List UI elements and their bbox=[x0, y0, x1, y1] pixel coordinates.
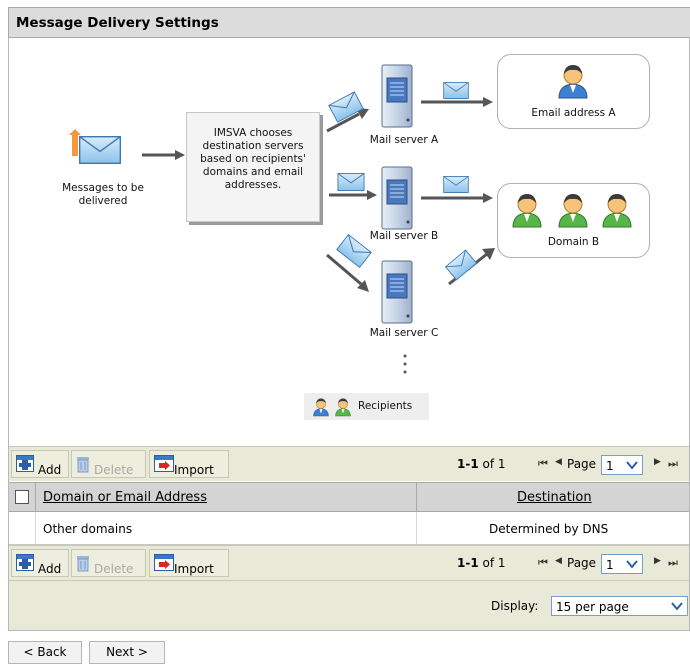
server-a-label: Mail server A bbox=[369, 134, 439, 146]
arrow-to-server-b-icon bbox=[329, 173, 377, 200]
page-label: Page bbox=[567, 457, 597, 471]
arrow-to-process-icon bbox=[142, 150, 185, 160]
destination-b-label: Domain B bbox=[547, 236, 600, 248]
arrow-to-server-c-icon bbox=[326, 234, 372, 292]
first-page-icon[interactable]: ⏮ bbox=[538, 457, 548, 471]
process-text-3: based on recipients' bbox=[200, 153, 306, 165]
column-header-destination[interactable]: Destination bbox=[517, 490, 592, 505]
top-toolbar: Add Delete Import 1-1 of 1 ⏮ ◀ Page 1 ▶ … bbox=[9, 446, 689, 481]
page-value: 1 bbox=[606, 459, 614, 473]
add-icon bbox=[16, 455, 34, 472]
select-all-checkbox[interactable] bbox=[15, 490, 29, 504]
row-destination: Determined by DNS bbox=[489, 522, 609, 536]
source-label: Messages to be delivered bbox=[53, 182, 153, 208]
page-label: Page bbox=[567, 556, 597, 570]
display-select[interactable]: 15 per page bbox=[551, 596, 688, 616]
bottom-toolbar: Add Delete Import 1-1 of 1 ⏮ ◀ Page 1 ▶ … bbox=[9, 545, 689, 580]
user-blue-icon bbox=[558, 64, 588, 99]
destination-a-label: Email address A bbox=[531, 107, 616, 119]
column-header-domain[interactable]: Domain or Email Address bbox=[43, 490, 207, 505]
delete-button[interactable]: Delete bbox=[71, 549, 146, 577]
import-button[interactable]: Import bbox=[149, 549, 229, 577]
pager-range: 1-1 of 1 bbox=[457, 457, 506, 471]
range-text: 1-1 bbox=[457, 556, 479, 570]
trash-icon bbox=[77, 457, 89, 473]
of-text: of 1 bbox=[482, 556, 506, 570]
process-text-2: destination servers bbox=[202, 140, 304, 152]
display-value: 15 per page bbox=[556, 600, 629, 614]
import-icon bbox=[154, 554, 174, 571]
of-text: of 1 bbox=[482, 457, 506, 471]
process-text-1: IMSVA chooses bbox=[213, 127, 293, 139]
user-green-icon bbox=[602, 193, 632, 228]
first-page-icon[interactable]: ⏮ bbox=[538, 556, 548, 570]
source-envelope-icon bbox=[69, 129, 121, 165]
arrow-b-to-dest-icon bbox=[421, 176, 493, 203]
prev-page-icon[interactable]: ◀ bbox=[555, 556, 562, 566]
page-select[interactable]: 1 bbox=[601, 554, 643, 574]
prev-page-icon[interactable]: ◀ bbox=[555, 457, 562, 467]
arrow-to-server-a-icon bbox=[326, 91, 369, 133]
next-button[interactable]: Next > bbox=[89, 641, 165, 664]
legend-label: Recipients bbox=[358, 400, 413, 412]
row-domain: Other domains bbox=[43, 522, 133, 536]
delete-button[interactable]: Delete bbox=[71, 450, 146, 478]
page-select[interactable]: 1 bbox=[601, 455, 643, 475]
user-green-icon bbox=[512, 193, 542, 228]
display-label: Display: bbox=[491, 599, 539, 613]
table-row[interactable]: Other domains Determined by DNS bbox=[9, 512, 689, 545]
add-button[interactable]: Add bbox=[11, 549, 69, 577]
import-button[interactable]: Import bbox=[149, 450, 229, 478]
delivery-diagram: Messages to be delivered IMSVA chooses d… bbox=[9, 38, 689, 445]
next-page-icon[interactable]: ▶ bbox=[654, 556, 661, 566]
mail-server-b-icon bbox=[381, 166, 413, 230]
recipients-legend: Recipients bbox=[304, 393, 429, 420]
add-button[interactable]: Add bbox=[11, 450, 69, 478]
process-text-5: addresses. bbox=[224, 179, 282, 191]
display-bar: Display: 15 per page bbox=[9, 580, 689, 630]
range-text: 1-1 bbox=[457, 457, 479, 471]
add-label: Add bbox=[38, 562, 62, 576]
trash-icon bbox=[77, 556, 89, 572]
process-text-4: domains and email bbox=[202, 166, 304, 178]
chevron-down-icon bbox=[626, 461, 638, 470]
import-label: Import bbox=[174, 463, 214, 477]
pager-range: 1-1 of 1 bbox=[457, 556, 506, 570]
server-b-label: Mail server B bbox=[369, 230, 439, 242]
user-blue-icon bbox=[313, 398, 329, 417]
import-icon bbox=[154, 455, 174, 472]
page-value: 1 bbox=[606, 558, 614, 572]
chevron-down-icon bbox=[671, 602, 683, 611]
server-c-label: Mail server C bbox=[369, 327, 439, 339]
page-title: Message Delivery Settings bbox=[16, 15, 219, 31]
import-label: Import bbox=[174, 562, 214, 576]
title-bar: Message Delivery Settings bbox=[8, 7, 690, 38]
mail-server-c-icon bbox=[381, 260, 413, 324]
table-header: Domain or Email Address Destination bbox=[9, 482, 689, 512]
add-icon bbox=[16, 554, 34, 571]
process-box: IMSVA chooses destination servers based … bbox=[186, 112, 320, 222]
chevron-down-icon bbox=[626, 560, 638, 569]
last-page-icon[interactable]: ⏭ bbox=[668, 556, 678, 570]
source-label-line-2: delivered bbox=[78, 195, 128, 207]
delete-label: Delete bbox=[94, 562, 134, 576]
delete-label: Delete bbox=[94, 463, 134, 477]
more-servers-dots-icon bbox=[403, 354, 407, 374]
next-page-icon[interactable]: ▶ bbox=[654, 457, 661, 467]
mail-server-a-icon bbox=[381, 64, 413, 128]
destination-a-box: Email address A bbox=[497, 54, 650, 129]
arrow-a-to-dest-icon bbox=[421, 82, 493, 107]
user-green-icon bbox=[335, 398, 351, 417]
user-green-icon bbox=[558, 193, 588, 228]
source-label-line-1: Messages to be bbox=[62, 182, 144, 194]
back-button[interactable]: < Back bbox=[8, 641, 82, 664]
last-page-icon[interactable]: ⏭ bbox=[668, 457, 678, 471]
destination-b-box: Domain B bbox=[497, 183, 650, 258]
arrow-c-to-dest-icon bbox=[445, 248, 495, 286]
add-label: Add bbox=[38, 463, 62, 477]
